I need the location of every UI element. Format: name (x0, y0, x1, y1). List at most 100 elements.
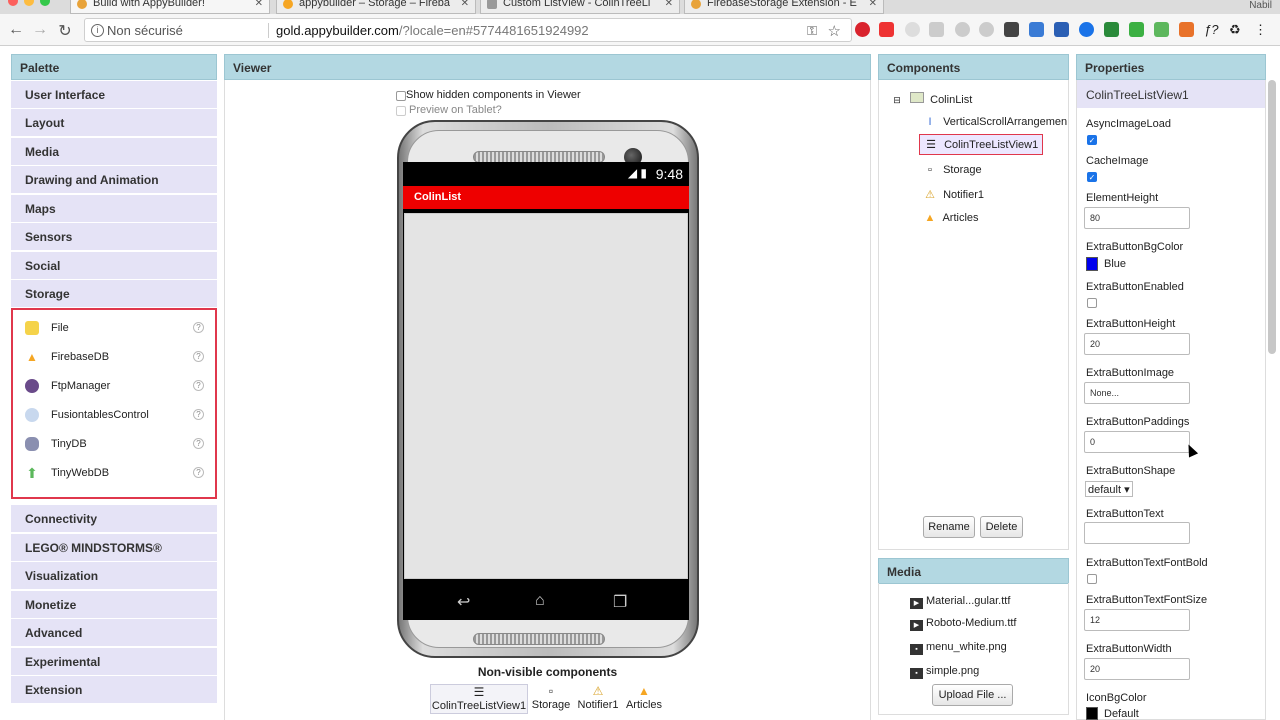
app-titlebar[interactable]: ColinList (403, 186, 689, 209)
prop-extra-button-bg-color-swatch[interactable] (1086, 257, 1098, 271)
list-extension-icon[interactable] (1154, 22, 1169, 37)
media-file-3[interactable]: ▪ menu_white.png (910, 641, 1007, 655)
palette-component-firebasedb[interactable]: ▲ FirebaseDB ? (13, 345, 215, 374)
tools-extension-icon[interactable] (1104, 22, 1119, 37)
close-tab-icon[interactable]: ✕ (665, 0, 673, 9)
help-icon[interactable]: ? (193, 467, 204, 478)
close-tab-icon[interactable]: ✕ (461, 0, 469, 9)
close-window-icon[interactable] (8, 0, 18, 6)
help-icon[interactable]: ? (193, 380, 204, 391)
upload-file-button[interactable]: Upload File ... (932, 684, 1013, 706)
close-circle-extension-icon[interactable] (979, 22, 994, 37)
help-icon[interactable]: ? (193, 351, 204, 362)
prop-extra-button-image-input[interactable]: None... (1084, 382, 1190, 404)
palette-category-maps[interactable]: Maps (11, 194, 217, 223)
palette-category-visualization[interactable]: Visualization (11, 562, 217, 590)
browser-tab-4[interactable]: FirebaseStorage Extension - E ✕ (684, 0, 884, 14)
palette-component-fusiontablescontrol[interactable]: FusiontablesControl ? (13, 403, 215, 432)
palette-component-file[interactable]: File ? (13, 316, 215, 345)
prop-async-image-load-checkbox[interactable]: ✓ (1087, 135, 1097, 145)
properties-scrollbar[interactable] (1268, 80, 1276, 354)
prop-element-height-input[interactable]: 80 (1084, 207, 1190, 229)
folder-extension-icon[interactable] (1054, 22, 1069, 37)
collapse-icon[interactable]: ⊟ (890, 95, 904, 106)
palette-category-user-interface[interactable]: User Interface (11, 80, 217, 109)
nonvisible-storage[interactable]: ▫ Storage (530, 684, 572, 714)
circle-extension-icon[interactable] (905, 22, 920, 37)
app-screen-body[interactable] (404, 213, 688, 579)
prop-extra-button-text-font-bold-checkbox[interactable] (1087, 574, 1097, 584)
bookmark-star-icon[interactable]: ☆ (828, 22, 841, 40)
profile-name[interactable]: Nabil (1249, 0, 1272, 11)
shield-extension-icon[interactable] (1179, 22, 1194, 37)
zoom-window-icon[interactable] (40, 0, 50, 6)
browser-tab-1[interactable]: Build with AppyBuilder! ✕ (70, 0, 270, 14)
delete-button[interactable]: Delete (980, 516, 1023, 538)
menu-dots-icon[interactable]: ⋮ (1254, 22, 1269, 37)
tree-node-colintreelistview1[interactable]: ☰ ColinTreeListView1 (919, 134, 1044, 155)
media-file-4[interactable]: ▪ simple.png (910, 665, 979, 679)
info-icon[interactable]: i (91, 24, 104, 37)
rename-button[interactable]: Rename (923, 516, 975, 538)
dropbox-extension-icon[interactable] (929, 22, 944, 37)
show-hidden-checkbox[interactable] (396, 91, 406, 101)
palette-component-tinydb[interactable]: TinyDB ? (13, 432, 215, 461)
tree-node-verticalscroll[interactable]: I VerticalScrollArrangemen (923, 116, 1067, 128)
browser-tab-3[interactable]: Custom ListView - ColinTreeLi ✕ (480, 0, 680, 14)
url-text[interactable]: gold.appybuilder.com/?locale=en#57744816… (276, 23, 589, 38)
phone-screen[interactable]: ◢ ▮ 9:48 ColinList ↩ ⌂ ❐ (403, 162, 689, 620)
prop-extra-button-enabled-checkbox[interactable] (1087, 298, 1097, 308)
nonvisible-notifier1[interactable]: ⚠ Notifier1 (576, 684, 620, 714)
recycle-extension-icon[interactable]: ♻ (1229, 22, 1244, 37)
help-icon[interactable]: ? (193, 438, 204, 449)
minimize-window-icon[interactable] (24, 0, 34, 6)
prop-extra-button-text-font-size-input[interactable]: 12 (1084, 609, 1190, 631)
palette-category-sensors[interactable]: Sensors (11, 223, 217, 251)
palette-category-layout[interactable]: Layout (11, 109, 217, 137)
address-bar[interactable]: i Non sécurisé gold.appybuilder.com/?loc… (84, 18, 852, 42)
palette-component-tinywebdb[interactable]: ⬆ TinyWebDB ? (13, 461, 215, 490)
prop-icon-bg-color-value[interactable]: Default (1104, 708, 1139, 720)
palette-category-advanced[interactable]: Advanced (11, 619, 217, 647)
security-label[interactable]: Non sécurisé (107, 23, 183, 38)
close-tab-icon[interactable]: ✕ (869, 0, 877, 9)
tree-node-storage[interactable]: ▫ Storage (923, 164, 982, 176)
prop-extra-button-paddings-input[interactable]: 0 (1084, 431, 1190, 453)
prop-extra-button-width-input[interactable]: 20 (1084, 658, 1190, 680)
media-file-2[interactable]: ▶ Roboto-Medium.ttf (910, 617, 1016, 631)
blocker-extension-icon[interactable] (955, 22, 970, 37)
palette-category-extension[interactable]: Extension (11, 676, 217, 704)
nonvisible-colintreelistview1[interactable]: ☰ ColinTreeListView1 (430, 684, 528, 714)
function-extension-icon[interactable]: ƒ? (1204, 22, 1219, 37)
prop-extra-button-bg-color-value[interactable]: Blue (1104, 258, 1126, 270)
browser-tab-2[interactable]: appybuilder – Storage – Fireba ✕ (276, 0, 476, 14)
prop-extra-button-shape-select[interactable]: default ▾ (1085, 481, 1133, 497)
preview-tablet-checkbox[interactable] (396, 106, 406, 116)
palette-category-lego-mindstorms[interactable]: LEGO® MINDSTORMS® (11, 533, 217, 562)
palette-category-monetize[interactable]: Monetize (11, 590, 217, 619)
palette-component-ftpmanager[interactable]: FtpManager ? (13, 374, 215, 403)
palette-category-media[interactable]: Media (11, 137, 217, 166)
palette-category-connectivity[interactable]: Connectivity (11, 505, 217, 533)
prop-extra-button-text-input[interactable] (1084, 522, 1190, 544)
pocket-extension-icon[interactable] (1004, 22, 1019, 37)
nonvisible-articles[interactable]: ▲ Articles (624, 684, 664, 714)
opera-extension-icon[interactable] (855, 22, 870, 37)
palette-category-drawing-animation[interactable]: Drawing and Animation (11, 166, 217, 194)
plus-extension-icon[interactable] (879, 22, 894, 37)
reload-icon[interactable]: ↻ (56, 21, 74, 41)
palette-category-experimental[interactable]: Experimental (11, 647, 217, 676)
prop-cache-image-checkbox[interactable]: ✓ (1087, 172, 1097, 182)
help-icon[interactable]: ? (193, 322, 204, 333)
key-icon[interactable]: ⚿ (807, 23, 817, 39)
back-arrow-icon[interactable]: ← (7, 21, 25, 39)
prop-icon-bg-color-swatch[interactable] (1086, 707, 1098, 720)
tree-node-articles[interactable]: ▲ Articles (923, 212, 979, 224)
green-extension-icon[interactable] (1129, 22, 1144, 37)
close-tab-icon[interactable]: ✕ (255, 0, 263, 9)
forward-arrow-icon[interactable]: → (31, 21, 49, 39)
media-file-1[interactable]: ▶ Material...gular.ttf (910, 595, 1010, 609)
tree-node-notifier1[interactable]: ⚠ Notifier1 (923, 188, 984, 201)
calendar-extension-icon[interactable] (1029, 22, 1044, 37)
help-icon[interactable]: ? (193, 409, 204, 420)
